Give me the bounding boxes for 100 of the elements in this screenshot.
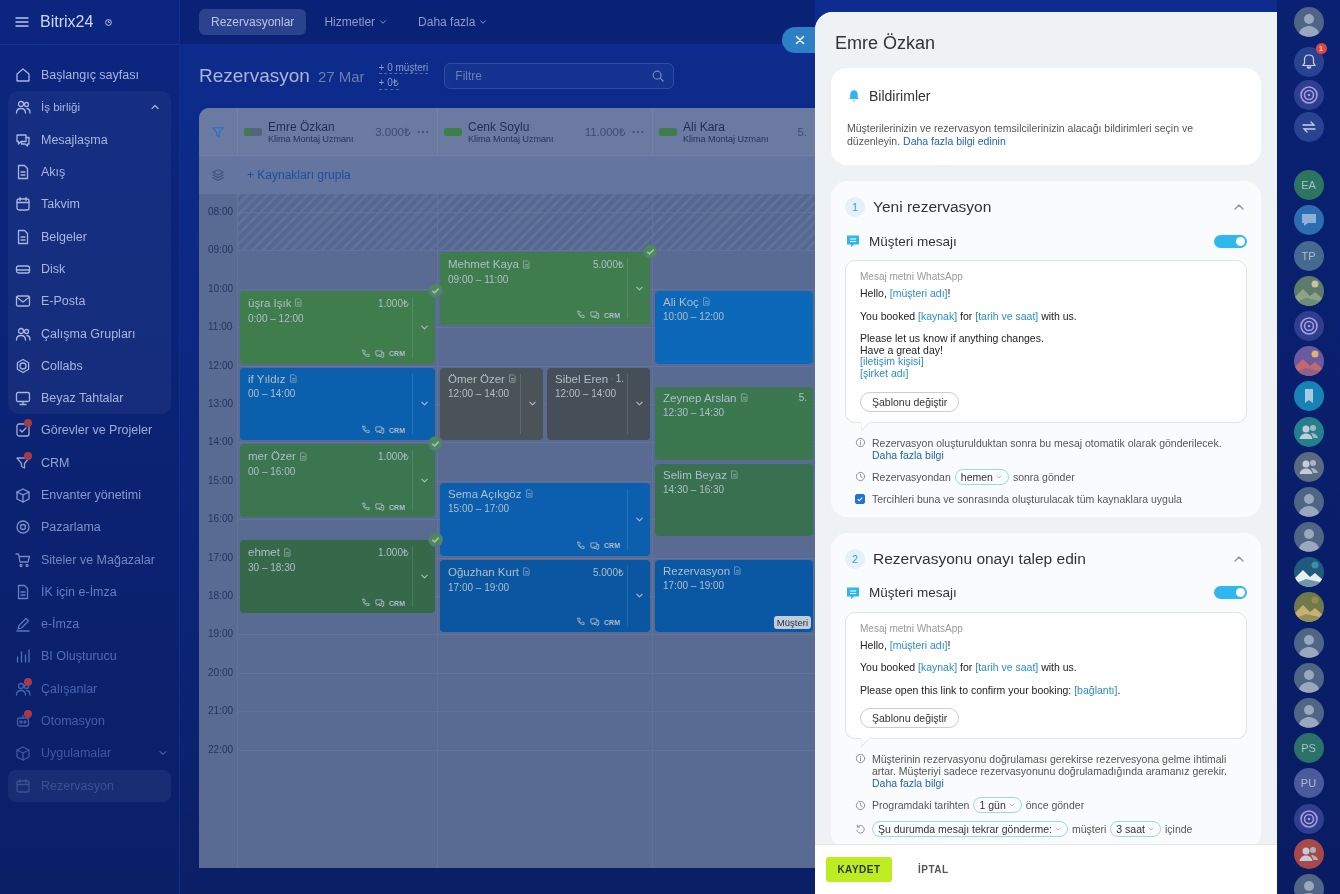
sidebar-item[interactable]: Mesajlaşma <box>8 123 171 156</box>
chat-icon <box>590 540 601 551</box>
people-icon <box>15 680 31 697</box>
person-icon[interactable] <box>1293 698 1324 728</box>
message-icon <box>845 233 861 249</box>
nav-tab[interactable]: Rezervasyonlar <box>199 9 307 35</box>
menu-icon[interactable] <box>14 14 30 30</box>
sidebar-item[interactable]: Envanter yönetimi <box>0 478 179 512</box>
sidebar-item[interactable]: CRM <box>0 446 179 479</box>
sidebar-item[interactable]: e-İmza <box>0 608 179 641</box>
sidebar-item[interactable]: Siteler ve Mağazalar <box>0 543 179 576</box>
message-line: Hello, [müşteri adı]! <box>860 639 952 652</box>
spiral-icon[interactable] <box>1293 803 1324 834</box>
sidebar-item[interactable]: Otomasyon <box>0 704 179 738</box>
sidebar-item[interactable]: Çalışma Grupları <box>8 317 171 350</box>
group-icon[interactable] <box>1293 838 1324 869</box>
client-name: Mehmet Kaya <box>448 258 519 271</box>
sidebar-item[interactable]: Çalışanlar <box>0 672 179 705</box>
person-icon[interactable] <box>1293 486 1324 517</box>
sidebar-item[interactable]: Akış <box>8 155 171 189</box>
summary-link[interactable]: + 0 müşteri <box>378 62 429 74</box>
setting-text: önce gönder <box>1025 799 1085 812</box>
person-icon[interactable] <box>1293 662 1324 693</box>
checkbox[interactable] <box>855 493 865 504</box>
change-template-button[interactable]: Şablonu değiştir <box>860 391 960 412</box>
group-icon[interactable] <box>1293 451 1324 482</box>
sidebar-item[interactable]: Beyaz Tahtalar <box>8 381 171 415</box>
sidebar-item[interactable]: Takvim <box>8 188 171 221</box>
spiral-icon[interactable] <box>1293 80 1324 110</box>
more-link[interactable]: Daha fazla bilgi edinin <box>903 134 1006 147</box>
bell-icon <box>847 89 861 103</box>
booking-card[interactable]: Rezervasyon 17:00 – 19:00 Müşteri <box>655 559 813 633</box>
toggle-switch[interactable] <box>1214 586 1247 600</box>
change-template-button[interactable]: Şablonu değiştir <box>860 708 960 729</box>
booking-time: 15:00 – 17:00 <box>448 502 511 514</box>
resource-role: Klima Montaj Uzmanı <box>683 133 770 144</box>
resource-name[interactable]: Emre Özkan <box>268 119 370 134</box>
sidebar-item[interactable]: Disk <box>8 252 171 286</box>
document-icon <box>15 228 31 245</box>
booking-card[interactable]: Zeynep Arslan 5. 12:30 – 14:30 <box>655 386 813 460</box>
booking-card[interactable]: Sibel Eren 1. 12:00 – 14:00 <box>547 367 650 441</box>
checkbox-icon <box>15 422 31 439</box>
resource-name[interactable]: Ali Kara <box>683 119 792 134</box>
setting-text: Programdaki tarihten <box>872 799 970 812</box>
sidebar-item[interactable]: Pazarlama <box>0 511 179 544</box>
message-label: Mesaj metni WhatsApp <box>860 622 964 634</box>
exchange-icon[interactable] <box>1293 112 1324 142</box>
description-text: Müşterilerinizin ve rezervasyon temsilcilerinizin alacağı bildirimleri seçin ve düzenleyin. Daha fazla bilgi edinin <box>847 122 1195 147</box>
booking-card[interactable]: Ömer Özer 12:00 – 14:00 <box>440 367 543 441</box>
client-name: if Yıldız <box>248 372 286 385</box>
toggle-switch[interactable] <box>1214 234 1247 248</box>
initials-avatar[interactable]: EA <box>1293 170 1324 201</box>
sidebar-item[interactable]: BI Oluşturucu <box>0 640 179 673</box>
client-name: Zeynep Arslan <box>663 391 737 404</box>
sidebar-item[interactable]: Görevler ve Projeler <box>0 414 179 447</box>
booking-card[interactable]: Selim Beyaz 14:30 – 16:30 <box>655 463 813 537</box>
more-link[interactable]: Daha fazla bilgi <box>872 448 944 461</box>
envelope-icon <box>15 293 31 310</box>
initials-avatar[interactable]: TP <box>1293 240 1324 271</box>
info-text: Müşterinin rezervasyonu doğrulaması gerekirse rezervesyona gelme ihtimali artar. Müşteriyi sadece rezervasyonunu doğrulamadığında aramanız gerekir. Daha fazla bilgi <box>872 753 1228 790</box>
chat-icon[interactable] <box>1293 205 1324 236</box>
sidebar-item[interactable]: Collabs <box>8 349 171 382</box>
calendar-icon <box>15 196 31 213</box>
message-line: Please let us know if anything changes. <box>860 333 1045 345</box>
nav-tab[interactable]: Daha fazla <box>406 9 501 35</box>
summary-link[interactable]: + 0₺ <box>378 75 399 90</box>
document-icon <box>15 583 31 600</box>
logo[interactable]: Bitrix24 <box>40 13 94 31</box>
sidebar-item[interactable]: Belgeler <box>8 220 171 253</box>
initials-avatar[interactable]: PS <box>1293 733 1324 764</box>
bookmark-icon[interactable] <box>1293 381 1324 412</box>
person-icon[interactable] <box>1293 873 1324 894</box>
client-tag: Müşteri <box>773 616 811 630</box>
sidebar-item[interactable]: İK için e-İmza <box>0 575 179 609</box>
workload-meter <box>659 127 677 136</box>
spiral-icon[interactable] <box>1293 310 1324 341</box>
save-button[interactable]: KAYDET <box>826 857 892 882</box>
chat-icon <box>375 502 386 513</box>
bell-icon[interactable] <box>1293 47 1324 77</box>
booking-card[interactable]: Ali Koç 10:00 – 12:00 <box>655 290 813 364</box>
sidebar-item[interactable]: E-Posta <box>8 285 171 318</box>
booking-time: 30 – 18:30 <box>248 562 297 574</box>
initials-avatar[interactable]: PU <box>1293 768 1324 799</box>
person-icon[interactable] <box>1293 7 1324 37</box>
chevron-icon <box>378 17 389 27</box>
more-link[interactable]: Daha fazla bilgi <box>872 777 944 790</box>
setting-text: müşteri <box>1071 823 1107 836</box>
person-icon[interactable] <box>1293 627 1324 658</box>
close-button[interactable] <box>782 27 815 53</box>
nav-tab[interactable]: Hizmetler <box>312 9 401 35</box>
cancel-button[interactable]: İPTAL <box>912 863 955 876</box>
person-icon[interactable] <box>1293 522 1324 553</box>
booking-price: 1.000₺ <box>377 450 409 464</box>
filter-field[interactable]: Filtre <box>444 63 675 89</box>
resource-name[interactable]: Cenk Soylu <box>468 119 579 134</box>
client-name: ehmet <box>248 546 280 559</box>
sidebar-item[interactable]: Başlangıç sayfası <box>0 59 179 92</box>
group-icon[interactable] <box>1293 416 1324 447</box>
message-line: You booked [kaynak] for [tarih ve saat] with us. <box>860 310 1078 323</box>
sidebar-item[interactable]: İş birliği <box>8 91 171 124</box>
